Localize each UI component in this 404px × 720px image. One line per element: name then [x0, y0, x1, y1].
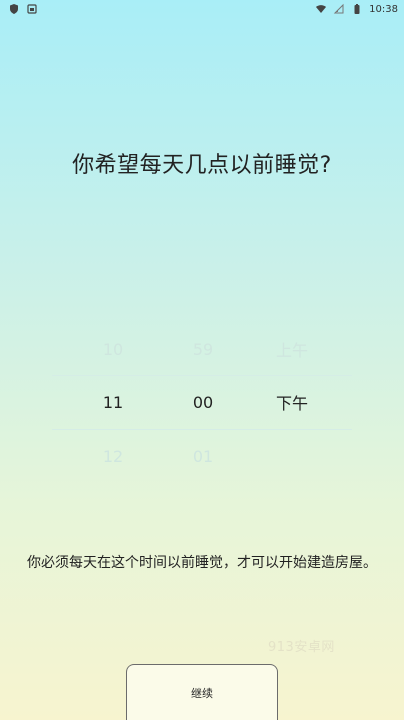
status-left	[8, 3, 38, 15]
watermark: 913安卓网	[268, 640, 335, 655]
hour-option[interactable]: 10	[73, 340, 153, 359]
status-bar: 10:38	[0, 0, 404, 18]
period-selected[interactable]: 下午	[252, 390, 332, 414]
continue-button[interactable]: 继续	[126, 664, 278, 720]
shield-icon	[8, 3, 20, 15]
status-right: 10:38	[315, 3, 398, 15]
continue-button-label: 继续	[191, 686, 213, 700]
hour-selected[interactable]: 11	[73, 393, 153, 412]
period-option[interactable]: 上午	[252, 337, 332, 361]
picker-row-next[interactable]: 12 01	[0, 429, 404, 483]
signal-icon	[333, 3, 345, 15]
minute-selected[interactable]: 00	[163, 393, 243, 412]
page-title: 你希望每天几点以前睡觉?	[72, 153, 332, 178]
picker-row-selected[interactable]: 11 00 下午	[0, 375, 404, 429]
instruction-text: 你必须每天在这个时间以前睡觉，才可以开始建造房屋。	[27, 555, 377, 571]
gallery-icon	[26, 3, 38, 15]
time-picker[interactable]: 10 59 上午 11 00 下午 12 01	[0, 322, 404, 482]
picker-row-previous[interactable]: 10 59 上午	[0, 322, 404, 376]
wifi-icon	[315, 3, 327, 15]
hour-option[interactable]: 12	[73, 447, 153, 466]
minute-option[interactable]: 01	[163, 447, 243, 466]
minute-option[interactable]: 59	[163, 340, 243, 359]
battery-icon	[351, 3, 363, 15]
status-time: 10:38	[369, 3, 398, 15]
